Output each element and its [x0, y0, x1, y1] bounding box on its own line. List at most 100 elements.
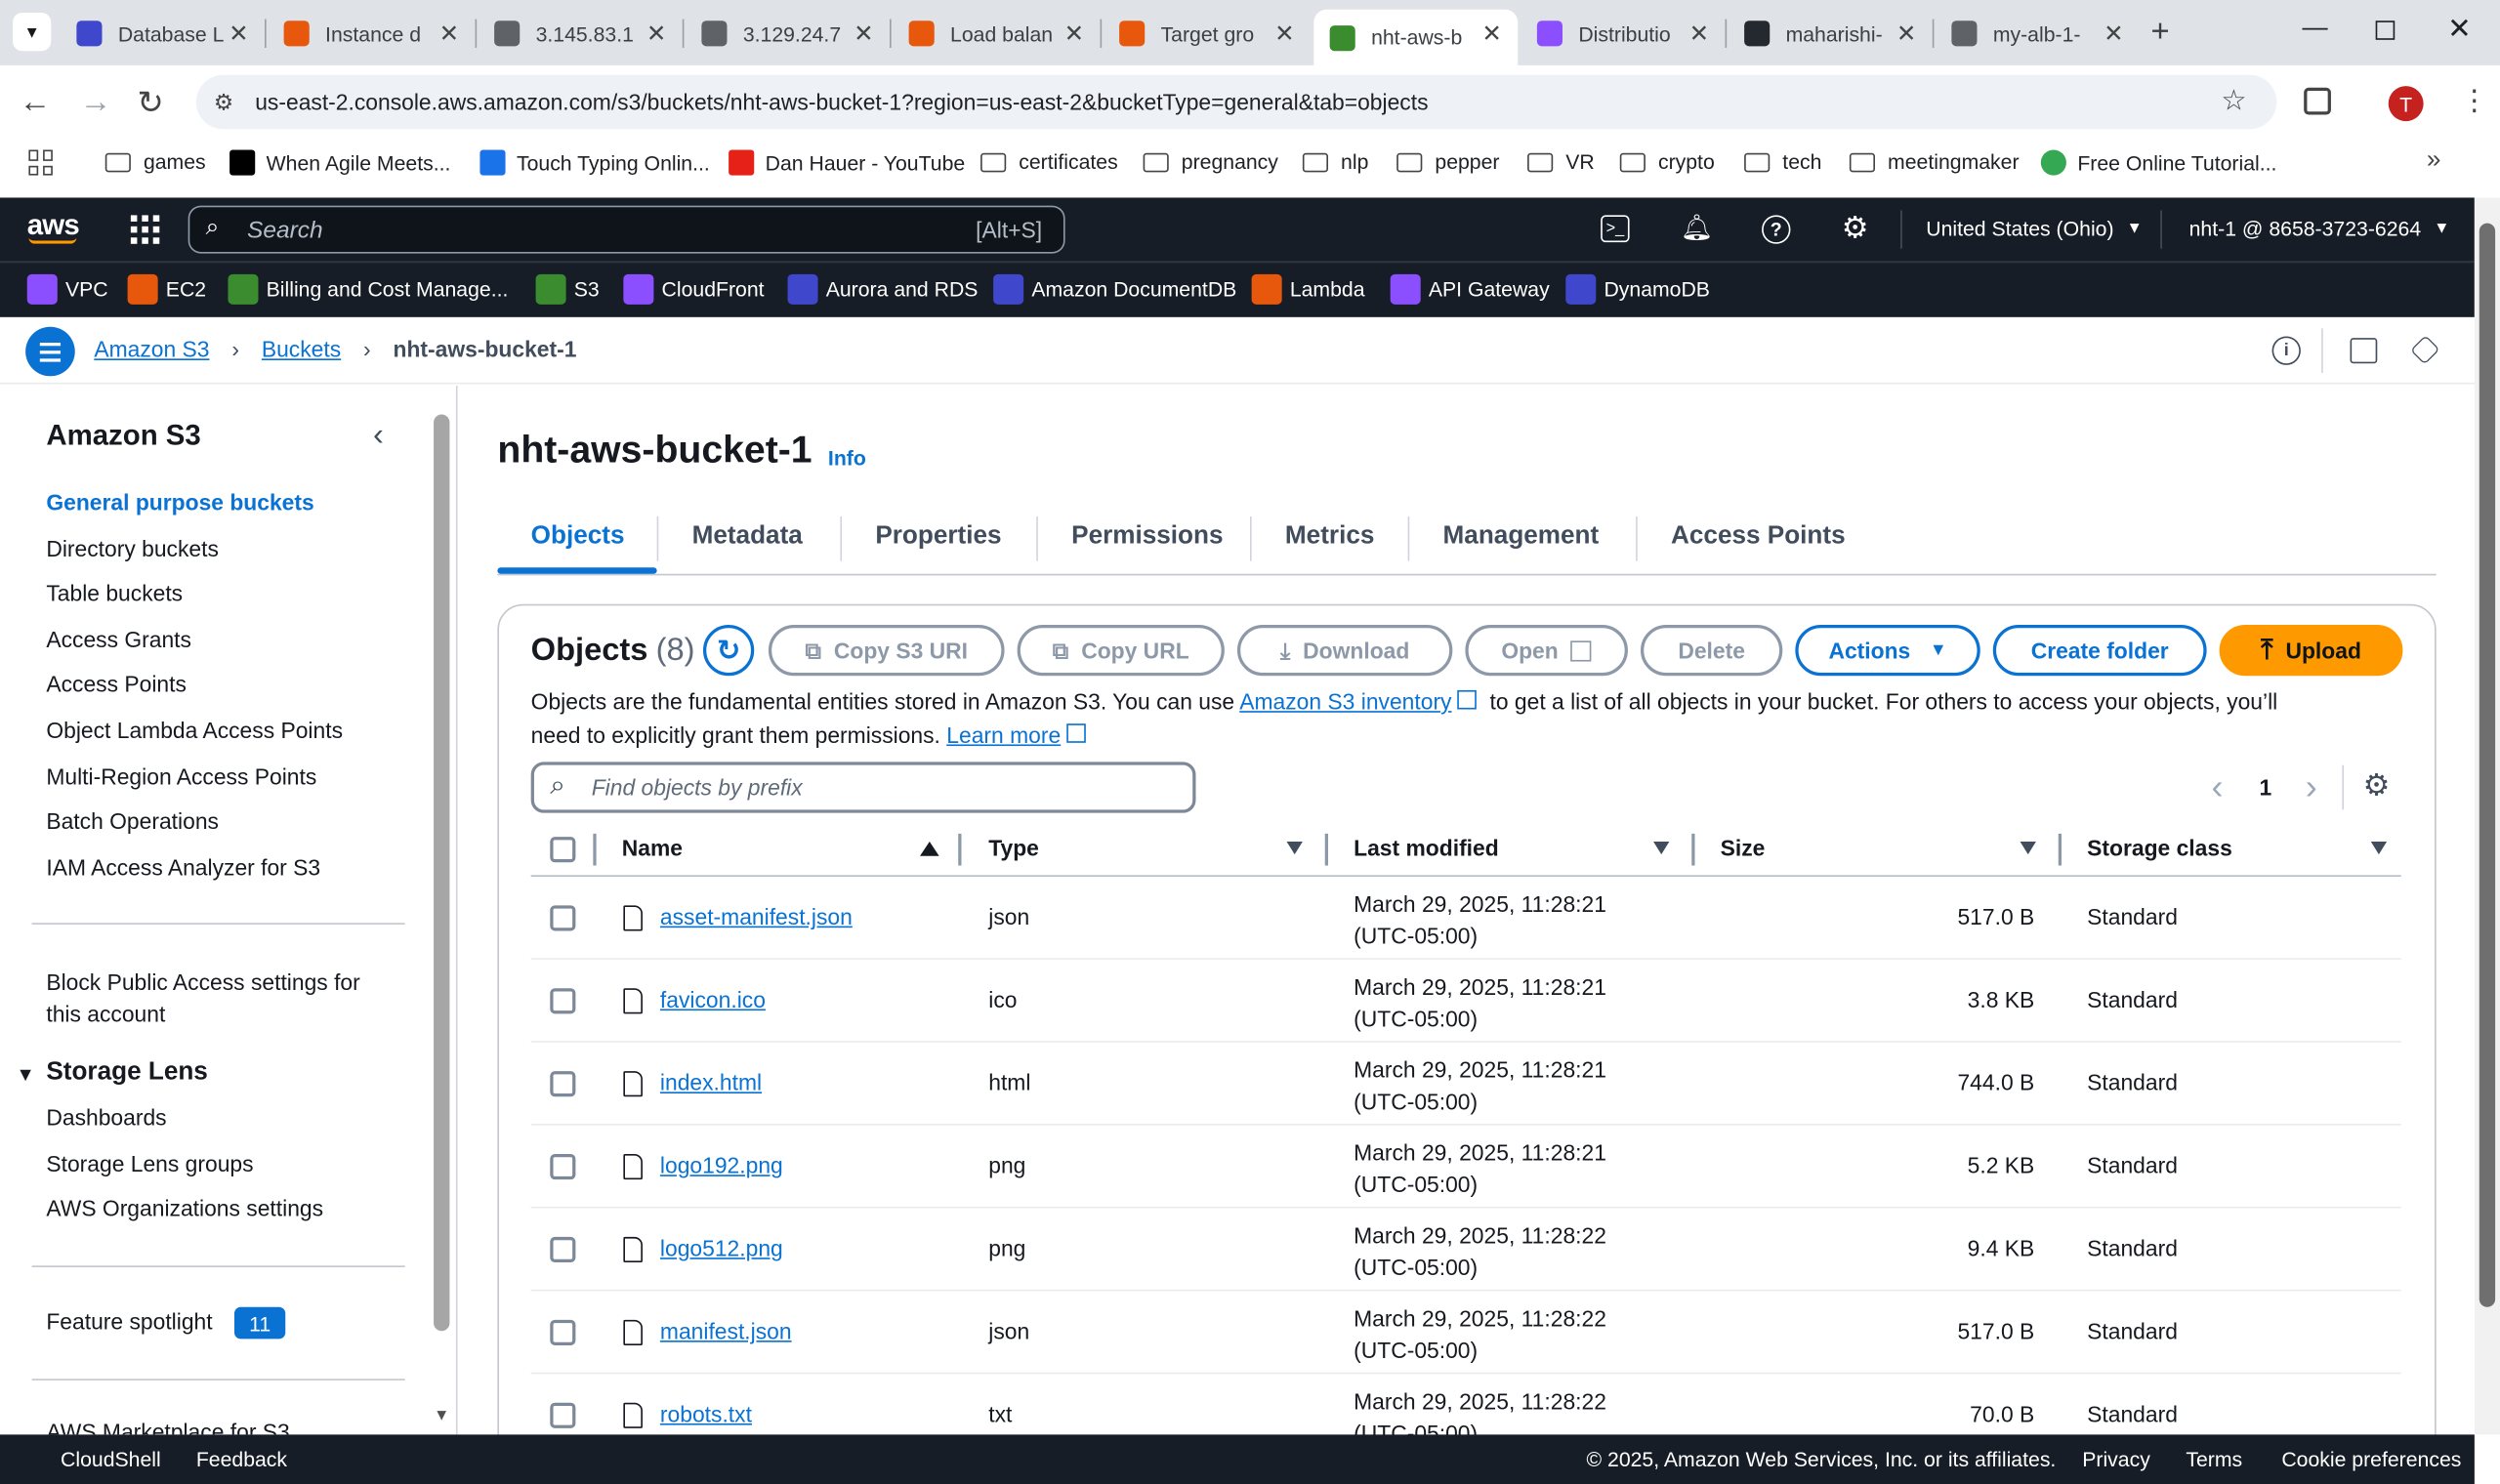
nav-item[interactable]: Table buckets: [46, 580, 183, 605]
nav-item[interactable]: Dashboards: [46, 1104, 166, 1130]
favorite-service[interactable]: Lambda: [1251, 273, 1365, 305]
nav-storage-lens[interactable]: Storage Lens: [46, 1058, 207, 1087]
browser-tab[interactable]: nht-aws-b ✕: [1313, 9, 1519, 65]
close-tab-icon[interactable]: ✕: [1274, 20, 1295, 48]
favorite-service[interactable]: EC2: [127, 273, 206, 305]
nav-item[interactable]: Object Lambda Access Points: [46, 718, 343, 743]
close-tab-icon[interactable]: ✕: [854, 20, 874, 48]
sidebar-scroll-down-icon[interactable]: ▼: [434, 1408, 449, 1425]
favorite-service[interactable]: DynamoDB: [1565, 273, 1710, 305]
bookmark-item[interactable]: crypto: [1619, 149, 1715, 174]
copy-s3-uri-button[interactable]: ⧉ Copy S3 URI: [768, 624, 1005, 677]
nav-item[interactable]: General purpose buckets: [46, 489, 313, 515]
copy-url-button[interactable]: ⧉ Copy URL: [1017, 624, 1225, 677]
bookmark-star-icon[interactable]: ☆: [2221, 85, 2246, 118]
browser-tab[interactable]: 3.145.83.1 ✕: [479, 10, 683, 58]
sort-icon[interactable]: [2370, 842, 2388, 855]
caret-down-icon[interactable]: ▼: [16, 1063, 34, 1086]
upload-button[interactable]: ⤒ Upload: [2219, 624, 2403, 677]
nav-item[interactable]: Batch Operations: [46, 808, 219, 834]
collapse-nav-icon[interactable]: ‹: [373, 418, 384, 455]
table-row[interactable]: logo192.png png March 29, 2025, 11:28:21 (U…: [530, 1126, 2401, 1209]
close-tab-icon[interactable]: ✕: [646, 20, 667, 48]
close-tab-icon[interactable]: ✕: [2104, 20, 2124, 48]
s3-inventory-link[interactable]: Amazon S3 inventory: [1239, 688, 1451, 714]
nav-item[interactable]: Access Grants: [46, 627, 191, 652]
nav-item[interactable]: IAM Access Analyzer for S3: [46, 854, 320, 880]
footer-privacy[interactable]: Privacy: [2082, 1447, 2150, 1470]
region-selector[interactable]: United States (Ohio) ▼: [1926, 217, 2143, 240]
page-scrollbar-thumb[interactable]: [2479, 223, 2496, 1307]
footer-feedback[interactable]: Feedback: [196, 1447, 287, 1470]
prev-page-icon[interactable]: ‹: [2211, 766, 2223, 807]
tab-metadata[interactable]: Metadata: [692, 523, 803, 552]
table-row[interactable]: index.html html March 29, 2025, 11:28:21 (U…: [530, 1043, 2401, 1126]
footer-terms[interactable]: Terms: [2186, 1447, 2242, 1470]
object-name-link[interactable]: logo512.png: [660, 1235, 783, 1260]
browser-tab[interactable]: Load balan ✕: [893, 10, 1100, 58]
restore-icon[interactable]: [2375, 21, 2396, 40]
column-header-last-modified[interactable]: Last modified: [1354, 836, 1499, 861]
create-folder-button[interactable]: Create folder: [1992, 624, 2207, 677]
bookmark-item[interactable]: Dan Hauer - YouTube: [729, 149, 965, 176]
actions-button[interactable]: Actions ▼: [1795, 624, 1980, 677]
bookmark-item[interactable]: pepper: [1396, 149, 1499, 174]
browser-tab[interactable]: 3.129.24.7 ✕: [686, 10, 890, 58]
footer-cookie-preferences[interactable]: Cookie preferences: [2281, 1447, 2461, 1470]
row-checkbox[interactable]: [550, 905, 576, 931]
close-tab-icon[interactable]: ✕: [1896, 20, 1917, 48]
row-checkbox[interactable]: [550, 1319, 576, 1345]
new-tab-icon[interactable]: +: [2150, 15, 2169, 52]
profile-avatar[interactable]: T: [2388, 86, 2424, 122]
info-link[interactable]: Info: [828, 445, 866, 469]
reload-icon[interactable]: ↻: [137, 83, 163, 123]
download-button[interactable]: ⤓ Download: [1236, 624, 1453, 677]
delete-button[interactable]: Delete: [1640, 624, 1783, 677]
info-panel-icon[interactable]: i: [2271, 336, 2301, 365]
browser-tab[interactable]: maharishi- ✕: [1729, 10, 1933, 58]
sort-icon[interactable]: [2020, 842, 2036, 855]
minimize-icon[interactable]: —: [2303, 15, 2328, 43]
favorite-service[interactable]: Aurora and RDS: [787, 273, 978, 305]
settings-gear-icon[interactable]: ⚙: [1842, 211, 1869, 248]
sidebar-scrollbar-thumb[interactable]: [434, 414, 450, 1332]
nav-item[interactable]: AWS Organizations settings: [46, 1195, 323, 1220]
close-tab-icon[interactable]: ✕: [229, 20, 249, 48]
row-checkbox[interactable]: [550, 1402, 576, 1428]
row-checkbox[interactable]: [550, 1071, 576, 1097]
url-text[interactable]: us-east-2.console.aws.amazon.com/s3/buck…: [255, 89, 1428, 114]
browser-tab[interactable]: Instance d ✕: [268, 10, 475, 58]
nav-item[interactable]: Multi-Region Access Points: [46, 763, 316, 789]
favorite-service[interactable]: S3: [535, 273, 600, 305]
favorite-service[interactable]: API Gateway: [1390, 273, 1550, 305]
page-number[interactable]: 1: [2259, 774, 2271, 800]
row-checkbox[interactable]: [550, 1154, 576, 1180]
browser-tab[interactable]: my-alb-1- ✕: [1936, 10, 2140, 58]
tab-access-points[interactable]: Access Points: [1671, 523, 1846, 552]
next-page-icon[interactable]: ›: [2306, 766, 2317, 807]
cloudshell-icon[interactable]: >_: [1601, 215, 1630, 243]
help-icon[interactable]: ?: [1762, 215, 1791, 244]
row-checkbox[interactable]: [550, 1236, 576, 1263]
favorite-service[interactable]: Billing and Cost Manage...: [228, 273, 508, 305]
column-header-type[interactable]: Type: [988, 836, 1039, 861]
close-tab-icon[interactable]: ✕: [1481, 20, 1502, 48]
table-row[interactable]: manifest.json json March 29, 2025, 11:28:2…: [530, 1291, 2401, 1375]
learn-more-link[interactable]: Learn more: [946, 721, 1061, 747]
browser-tab[interactable]: Distributio ✕: [1521, 10, 1726, 58]
close-window-icon[interactable]: ✕: [2447, 13, 2472, 46]
services-menu-icon[interactable]: [130, 215, 160, 244]
more-bookmarks-icon[interactable]: »: [2427, 146, 2441, 175]
forward-icon[interactable]: →: [80, 85, 112, 122]
object-name-link[interactable]: favicon.ico: [660, 987, 766, 1012]
bookmark-item[interactable]: pregnancy: [1143, 149, 1278, 174]
notifications-bell-icon[interactable]: 🔔︎: [1681, 212, 1713, 244]
browser-tab[interactable]: Target gro ✕: [1104, 10, 1311, 58]
browser-tab[interactable]: Database L ✕: [61, 10, 265, 58]
object-name-link[interactable]: index.html: [660, 1070, 762, 1095]
bookmark-item[interactable]: When Agile Meets...: [229, 149, 450, 176]
side-nav-toggle[interactable]: [25, 326, 75, 377]
account-menu[interactable]: nht-1 @ 8658-3723-6264 ▼: [2189, 217, 2450, 240]
favorite-service[interactable]: CloudFront: [623, 273, 765, 305]
breadcrumb-amazon-s3[interactable]: Amazon S3: [94, 336, 209, 361]
